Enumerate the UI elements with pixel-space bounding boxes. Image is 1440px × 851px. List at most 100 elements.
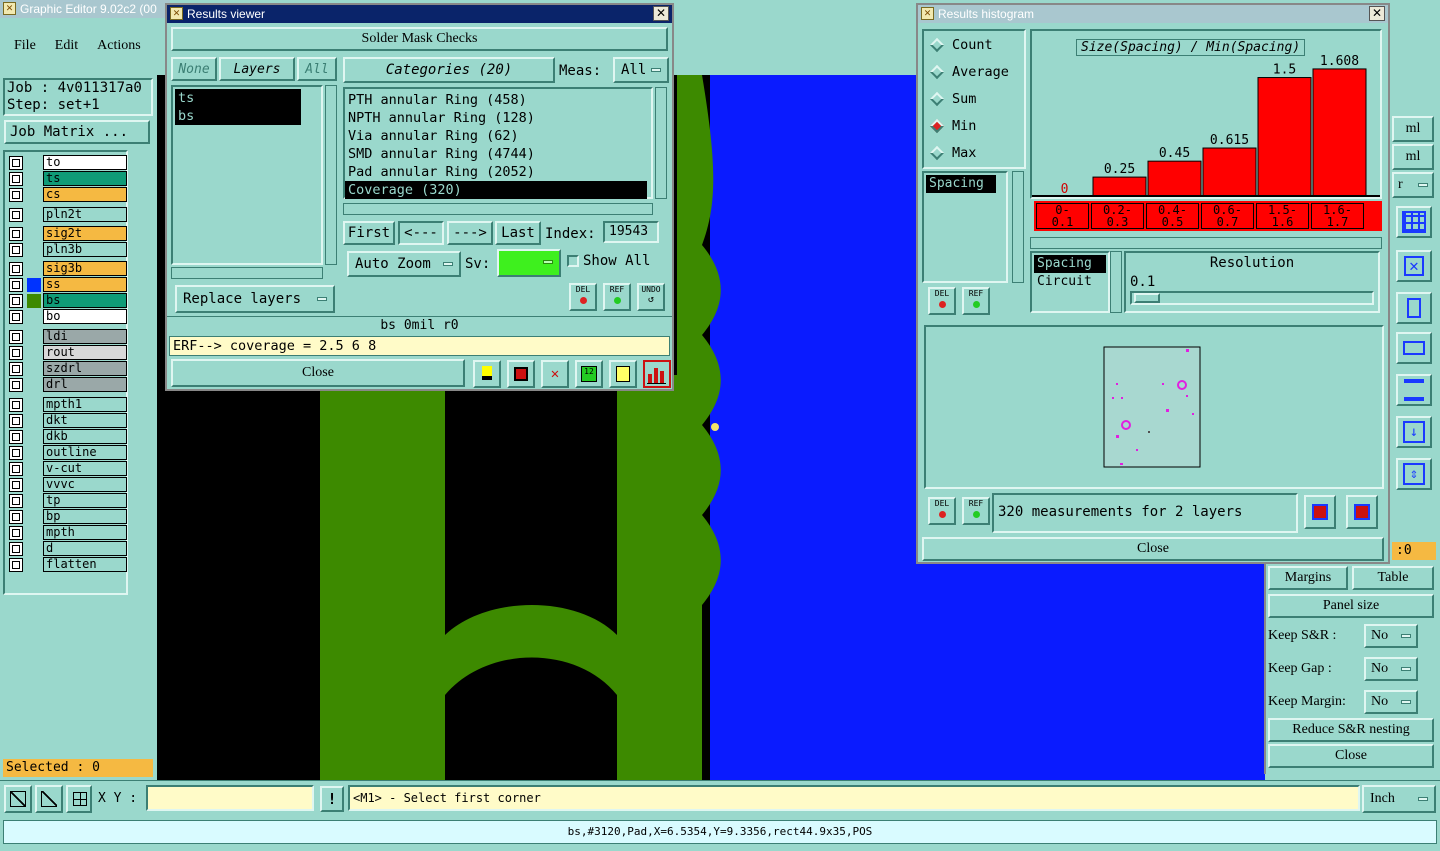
layer-name[interactable]: flatten <box>43 557 127 572</box>
layer-checkbox[interactable] <box>9 541 23 556</box>
mode-radio-average[interactable]: Average <box>924 58 1024 85</box>
keep-margin-dropdown[interactable]: No <box>1364 690 1418 714</box>
category-item[interactable]: Pad annular Ring (2052) <box>345 163 647 181</box>
layer-name[interactable]: mpth1 <box>43 397 127 412</box>
layer-checkbox[interactable] <box>9 361 23 376</box>
layer-name[interactable]: vvvc <box>43 477 127 492</box>
layer-checkbox[interactable] <box>9 171 23 186</box>
ml-button-1[interactable]: ml <box>1392 116 1434 142</box>
panel-size-button[interactable]: Panel size <box>1268 594 1434 618</box>
layer-checkbox[interactable] <box>9 226 23 241</box>
categories-button[interactable]: Categories (20) <box>343 57 555 83</box>
layer-row[interactable]: tp <box>9 493 127 508</box>
layer-row[interactable]: pln3b <box>9 242 127 257</box>
flag-icon[interactable] <box>473 360 501 388</box>
layer-color-swatch[interactable] <box>27 509 41 524</box>
histogram-bin-label[interactable]: 1.6- 1.7 <box>1311 203 1364 229</box>
layer-checkbox[interactable] <box>9 493 23 508</box>
menu-file[interactable]: File <box>14 38 36 54</box>
layer-checkbox[interactable] <box>9 293 23 308</box>
layer-name[interactable]: rout <box>43 345 127 360</box>
layer-name[interactable]: drl <box>43 377 127 392</box>
layer-row[interactable]: cs <box>9 187 127 202</box>
layer-color-swatch[interactable] <box>27 345 41 360</box>
layer-color-swatch[interactable] <box>27 461 41 476</box>
grid-snap-icon[interactable] <box>66 785 92 813</box>
category-item[interactable]: SMD annular Ring (4744) <box>345 145 647 163</box>
edit-icon[interactable] <box>507 360 535 388</box>
layer-color-swatch[interactable] <box>27 541 41 556</box>
layer-color-swatch[interactable] <box>27 293 41 308</box>
layer-row[interactable]: flatten <box>9 557 127 572</box>
measure-icon[interactable] <box>35 785 63 813</box>
results-viewer-close-button[interactable]: Close <box>171 359 465 387</box>
layer-checkbox[interactable] <box>9 309 23 324</box>
layer-checkbox[interactable] <box>9 429 23 444</box>
layer-color-swatch[interactable] <box>27 397 41 412</box>
table-button[interactable]: Table <box>1352 566 1434 590</box>
layer-color-swatch[interactable] <box>27 226 41 241</box>
arrow-down-icon[interactable]: ↓ <box>1396 416 1432 448</box>
layer-checkbox[interactable] <box>9 261 23 276</box>
result-layer-bs[interactable]: bs <box>175 107 301 125</box>
layer-checkbox[interactable] <box>9 397 23 412</box>
show-all-checkbox[interactable] <box>567 255 579 267</box>
layer-color-swatch[interactable] <box>27 261 41 276</box>
layer-row[interactable]: dkb <box>9 429 127 444</box>
refresh-result-button[interactable]: REF <box>603 283 631 311</box>
layer-checkbox[interactable] <box>9 413 23 428</box>
layer-name[interactable]: sig3b <box>43 261 127 276</box>
delete-result-button[interactable]: DEL <box>569 283 597 311</box>
layer-color-swatch[interactable] <box>27 187 41 202</box>
result-layer-ts[interactable]: ts <box>175 89 301 107</box>
layer-name[interactable]: bo <box>43 309 127 324</box>
none-button[interactable]: None <box>171 57 217 81</box>
panel-close-button[interactable]: Close <box>1268 744 1434 768</box>
layer-name[interactable]: bp <box>43 509 127 524</box>
sort-list[interactable]: Spacing Circuit <box>1030 251 1110 313</box>
layer-color-swatch[interactable] <box>27 242 41 257</box>
report-icon[interactable] <box>609 360 637 388</box>
layer-checkbox[interactable] <box>9 377 23 392</box>
close-icon[interactable]: ✕ <box>1369 6 1385 21</box>
layer-row[interactable]: mpth <box>9 525 127 540</box>
layer-color-swatch[interactable] <box>27 377 41 392</box>
layer-name[interactable]: ts <box>43 171 127 186</box>
mode-radio-count[interactable]: Count <box>924 31 1024 58</box>
layer-row[interactable]: bo <box>9 309 127 324</box>
layer-list-hscroll[interactable] <box>171 267 323 279</box>
sort-spacing[interactable]: Spacing <box>1034 255 1106 273</box>
sort-circuit[interactable]: Circuit <box>1034 273 1106 291</box>
layer-color-swatch[interactable] <box>27 309 41 324</box>
layer-color-swatch[interactable] <box>27 155 41 170</box>
copy-icon[interactable] <box>1396 292 1432 324</box>
layer-checkbox[interactable] <box>9 525 23 540</box>
histogram-bin-label[interactable]: 0.4- 0.5 <box>1146 203 1199 229</box>
measure-list[interactable]: Spacing <box>922 171 1008 283</box>
layer-row[interactable]: rout <box>9 345 127 360</box>
category-item[interactable]: PTH annular Ring (458) <box>345 91 647 109</box>
close-icon[interactable]: ✕ <box>653 6 669 21</box>
layer-list-vscroll[interactable] <box>325 85 337 265</box>
histogram-delete-button[interactable]: DEL <box>928 287 956 315</box>
import-icon[interactable] <box>1346 495 1378 529</box>
histogram-bin-label[interactable]: 0- 0.1 <box>1036 203 1089 229</box>
layer-row[interactable]: drl <box>9 377 127 392</box>
layer-name[interactable]: pln3b <box>43 242 127 257</box>
category-list[interactable]: PTH annular Ring (458) NPTH annular Ring … <box>343 87 653 199</box>
layer-row[interactable]: sig3b <box>9 261 127 276</box>
layer-checkbox[interactable] <box>9 477 23 492</box>
layer-color-swatch[interactable] <box>27 207 41 222</box>
layer-color-swatch[interactable] <box>27 493 41 508</box>
menu-actions[interactable]: Actions <box>97 38 141 54</box>
layer-row[interactable]: szdrl <box>9 361 127 376</box>
layer-name[interactable]: tp <box>43 493 127 508</box>
category-item[interactable]: NPTH annular Ring (128) <box>345 109 647 127</box>
layer-name[interactable]: bs <box>43 293 127 308</box>
numbered-list-icon[interactable]: 12 <box>575 360 603 388</box>
layer-color-swatch[interactable] <box>27 429 41 444</box>
all-button[interactable]: All <box>297 57 337 81</box>
last-button[interactable]: Last <box>495 221 541 245</box>
layer-row[interactable]: ts <box>9 171 127 186</box>
layer-name[interactable]: sig2t <box>43 226 127 241</box>
